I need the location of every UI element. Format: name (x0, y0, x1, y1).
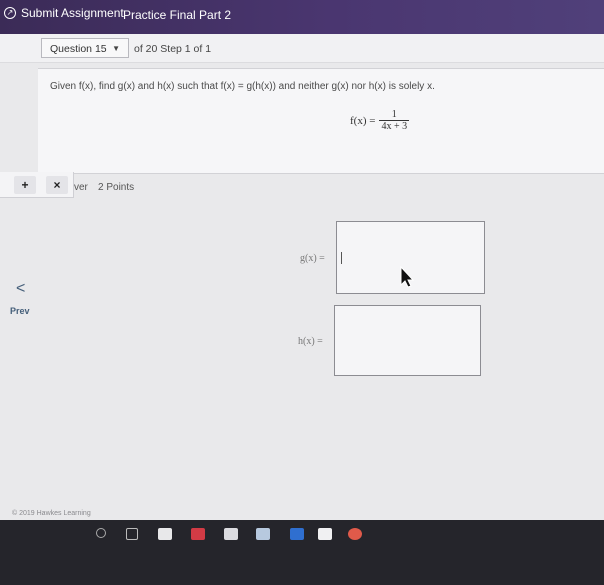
fx-fraction: 1 4x + 3 (379, 109, 410, 132)
chevron-down-icon: ▼ (112, 44, 120, 53)
text-cursor (341, 252, 342, 264)
fx-numerator: 1 (391, 109, 397, 120)
h-answer-input[interactable] (334, 305, 481, 376)
assignment-title: Practice Final Part 2 (123, 8, 232, 22)
taskbar (0, 520, 604, 585)
mouse-pointer-icon (400, 266, 414, 288)
submit-assignment-button[interactable]: ↗ Submit Assignment (4, 6, 124, 20)
add-button[interactable]: + (14, 175, 36, 194)
close-button[interactable]: × (46, 175, 68, 194)
mail-icon[interactable] (224, 528, 238, 540)
g-label: g(x) = (300, 253, 325, 264)
question-prompt: Given f(x), find g(x) and h(x) such that… (50, 81, 435, 92)
function-definition: f(x) = 1 4x + 3 (350, 109, 410, 132)
task-view-icon[interactable] (126, 528, 138, 540)
photos-icon[interactable] (256, 528, 270, 540)
store-icon[interactable] (158, 528, 172, 540)
copyright-text: © 2019 Hawkes Learning (12, 510, 91, 517)
edge-icon[interactable] (290, 528, 304, 540)
question-select[interactable]: Question 15 ▼ (41, 38, 129, 58)
office-icon[interactable] (191, 528, 205, 540)
fx-denominator: 4x + 3 (379, 120, 410, 132)
chrome-icon[interactable] (348, 528, 362, 540)
prev-button[interactable]: Prev (10, 306, 30, 316)
top-bar: ↗ Submit Assignment Practice Final Part … (0, 0, 604, 34)
points-label: 2 Points (98, 182, 135, 193)
question-position: of 20 Step 1 of 1 (134, 43, 212, 55)
answer-toolbar: + × (0, 172, 74, 198)
question-select-value: Question 15 (50, 43, 107, 55)
fx-lhs: f(x) = (350, 114, 376, 127)
prev-arrow-icon[interactable]: < (16, 280, 25, 298)
question-nav: Question 15 ▼ of 20 Step 1 of 1 (0, 34, 604, 63)
mic-icon[interactable] (96, 528, 106, 538)
window-icon[interactable] (318, 528, 332, 540)
h-label: h(x) = (298, 336, 323, 347)
submit-icon: ↗ (4, 7, 16, 19)
question-panel: Given f(x), find g(x) and h(x) such that… (38, 68, 604, 174)
answer-label: ver (74, 182, 88, 193)
submit-assignment-label: Submit Assignment (21, 6, 124, 20)
app-screen: ↗ Submit Assignment Practice Final Part … (0, 0, 604, 520)
